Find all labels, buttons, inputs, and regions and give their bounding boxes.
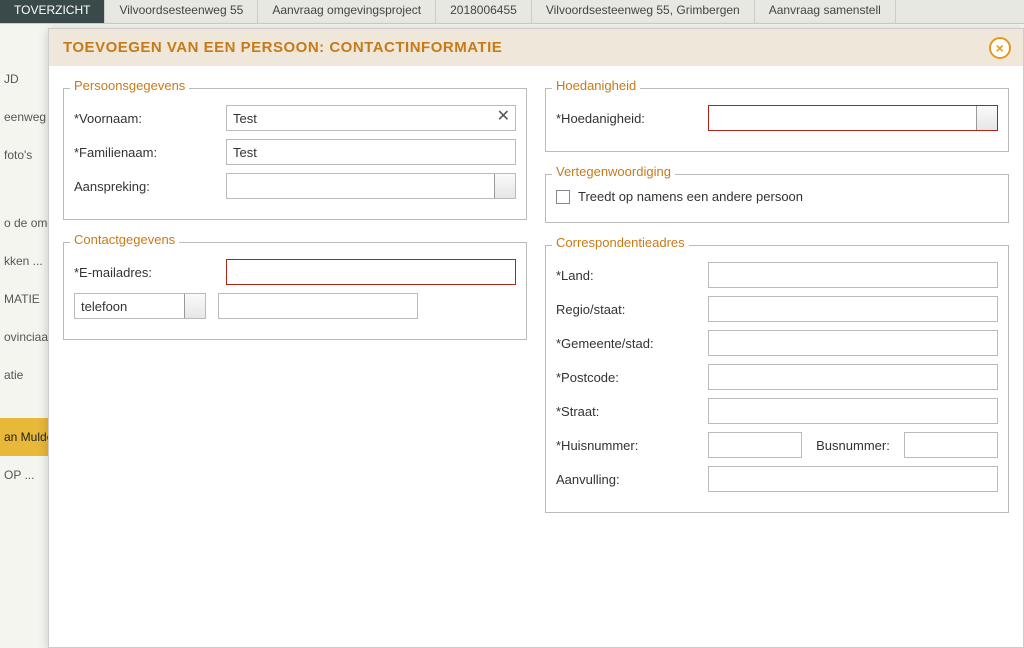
panel-correspondentieadres: Correspondentieadres *Land: Regio/staat:… — [545, 245, 1009, 513]
represent-checkbox[interactable] — [556, 190, 570, 204]
gemeente-input[interactable] — [708, 330, 998, 356]
bg-tab[interactable]: TOVERZICHT — [0, 0, 105, 23]
familienaam-input[interactable] — [226, 139, 516, 165]
voornaam-input[interactable] — [226, 105, 516, 131]
email-input[interactable] — [226, 259, 516, 285]
hoedanigheid-label: *Hoedanigheid: — [556, 111, 708, 126]
busnummer-label: Busnummer: — [816, 438, 890, 453]
background-tabs: TOVERZICHT Vilvoordsesteenweg 55 Aanvraa… — [0, 0, 1024, 24]
panel-hoedanigheid: Hoedanigheid *Hoedanigheid: — [545, 88, 1009, 152]
side-item: OP ... — [0, 456, 50, 494]
modal-dialog: TOEVOEGEN VAN EEN PERSOON: CONTACTINFORM… — [48, 28, 1024, 648]
panel-legend: Vertegenwoordiging — [552, 164, 675, 179]
straat-input[interactable] — [708, 398, 998, 424]
land-label: *Land: — [556, 268, 708, 283]
panel-persoonsgegevens: Persoonsgegevens *Voornaam: ✕ *Familiena… — [63, 88, 527, 220]
bg-tab[interactable]: 2018006455 — [436, 0, 532, 23]
aanvulling-label: Aanvulling: — [556, 472, 708, 487]
regio-input[interactable] — [708, 296, 998, 322]
panel-contactgegevens: Contactgegevens *E-mailadres: telefoon — [63, 242, 527, 340]
represent-checkbox-label: Treedt op namens een andere persoon — [578, 189, 803, 204]
close-icon[interactable]: × — [989, 37, 1011, 59]
busnummer-input[interactable] — [904, 432, 998, 458]
side-item: JD — [0, 60, 50, 98]
side-item: ovinciaal — [0, 318, 50, 356]
bg-tab[interactable]: Aanvraag samenstell — [755, 0, 896, 23]
clear-icon[interactable]: ✕ — [497, 109, 510, 125]
side-item: MATIE — [0, 280, 50, 318]
aanvulling-input[interactable] — [708, 466, 998, 492]
huisnummer-label: *Huisnummer: — [556, 438, 708, 453]
panel-legend: Correspondentieadres — [552, 235, 689, 250]
side-item: atie — [0, 356, 50, 394]
familienaam-label: *Familienaam: — [74, 145, 226, 160]
side-item: eenweg 5 — [0, 98, 50, 136]
gemeente-label: *Gemeente/stad: — [556, 336, 708, 351]
land-input[interactable] — [708, 262, 998, 288]
panel-vertegenwoordiging: Vertegenwoordiging Treedt op namens een … — [545, 174, 1009, 223]
huisnummer-input[interactable] — [708, 432, 802, 458]
aanspreking-select[interactable] — [226, 173, 516, 199]
hoedanigheid-select[interactable] — [708, 105, 998, 131]
straat-label: *Straat: — [556, 404, 708, 419]
regio-label: Regio/staat: — [556, 302, 708, 317]
aanspreking-label: Aanspreking: — [74, 179, 226, 194]
panel-legend: Contactgegevens — [70, 232, 179, 247]
postcode-label: *Postcode: — [556, 370, 708, 385]
postcode-input[interactable] — [708, 364, 998, 390]
modal-header: TOEVOEGEN VAN EEN PERSOON: CONTACTINFORM… — [49, 29, 1023, 66]
side-item-highlight: an Mulde — [0, 418, 50, 456]
side-item: kken ... — [0, 242, 50, 280]
phone-number-input[interactable] — [218, 293, 418, 319]
panel-legend: Persoonsgegevens — [70, 78, 189, 93]
phone-type-select[interactable]: telefoon — [74, 293, 206, 319]
background-sidebar: JD eenweg 5 foto's o de omg kken ... MAT… — [0, 60, 50, 494]
bg-tab[interactable]: Vilvoordsesteenweg 55 — [105, 0, 258, 23]
bg-tab[interactable]: Vilvoordsesteenweg 55, Grimbergen — [532, 0, 755, 23]
modal-title: TOEVOEGEN VAN EEN PERSOON: CONTACTINFORM… — [63, 39, 502, 56]
panel-legend: Hoedanigheid — [552, 78, 640, 93]
email-label: *E-mailadres: — [74, 265, 226, 280]
side-item: o de omg — [0, 204, 50, 242]
side-item: foto's — [0, 136, 50, 174]
voornaam-label: *Voornaam: — [74, 111, 226, 126]
bg-tab[interactable]: Aanvraag omgevingsproject — [258, 0, 436, 23]
